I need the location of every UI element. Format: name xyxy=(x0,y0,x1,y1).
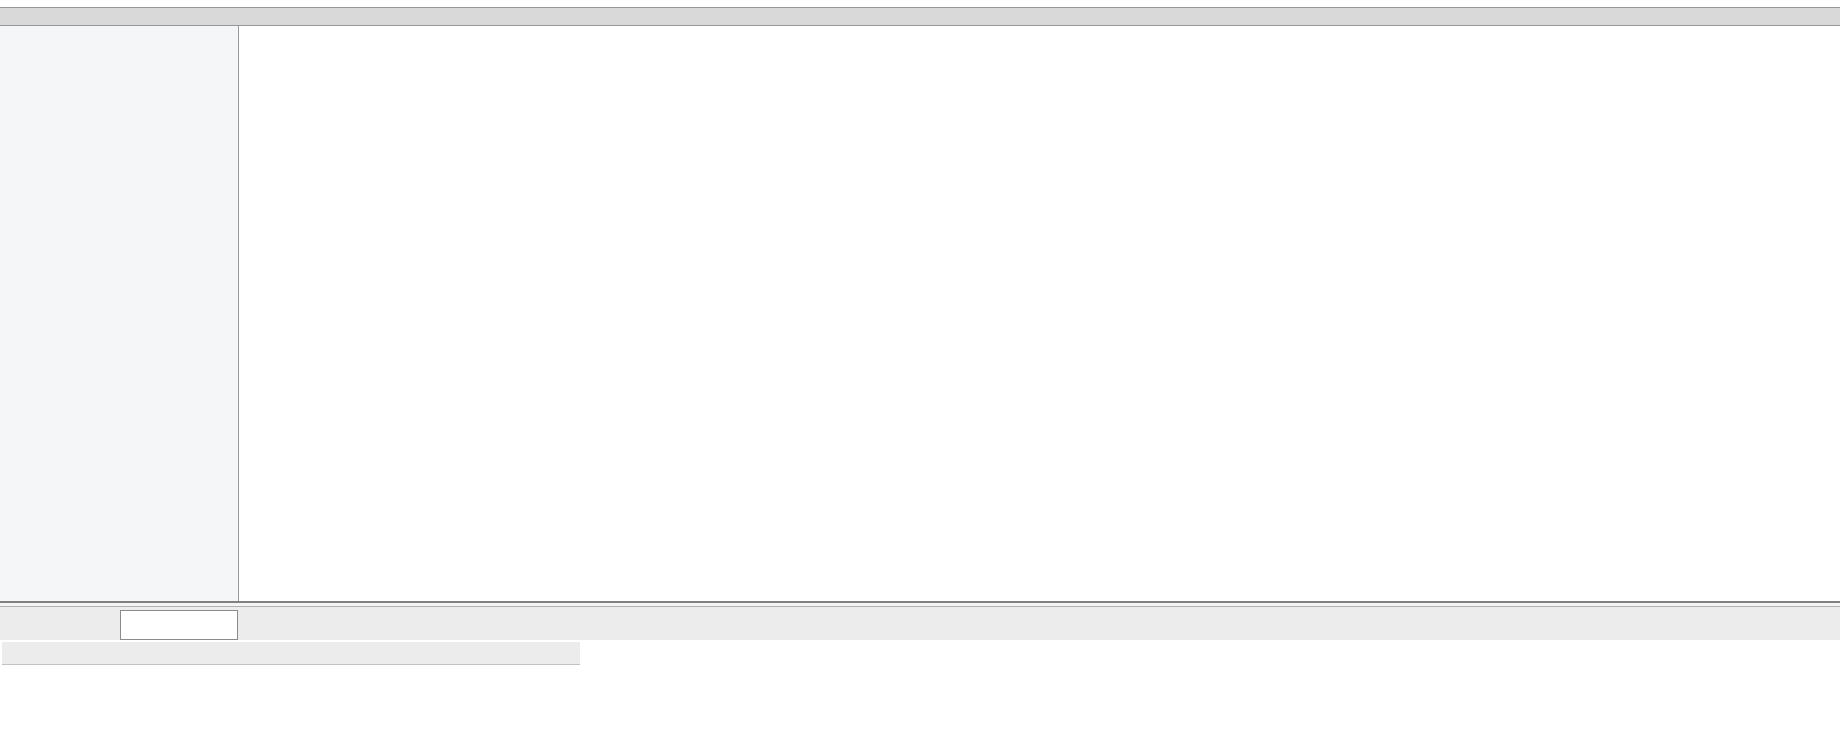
panel-tab-strip xyxy=(0,607,1840,640)
trace-viewer xyxy=(0,0,1840,742)
table-header-row xyxy=(2,642,580,665)
track-sidebar xyxy=(0,26,239,601)
table-body-row[interactable] xyxy=(2,665,580,732)
tab-counter-sample[interactable] xyxy=(120,610,238,640)
selection-panel xyxy=(0,607,1840,742)
counter-sample-table xyxy=(2,639,580,735)
time-ruler[interactable] xyxy=(240,0,1840,7)
process-header[interactable] xyxy=(0,7,1840,26)
